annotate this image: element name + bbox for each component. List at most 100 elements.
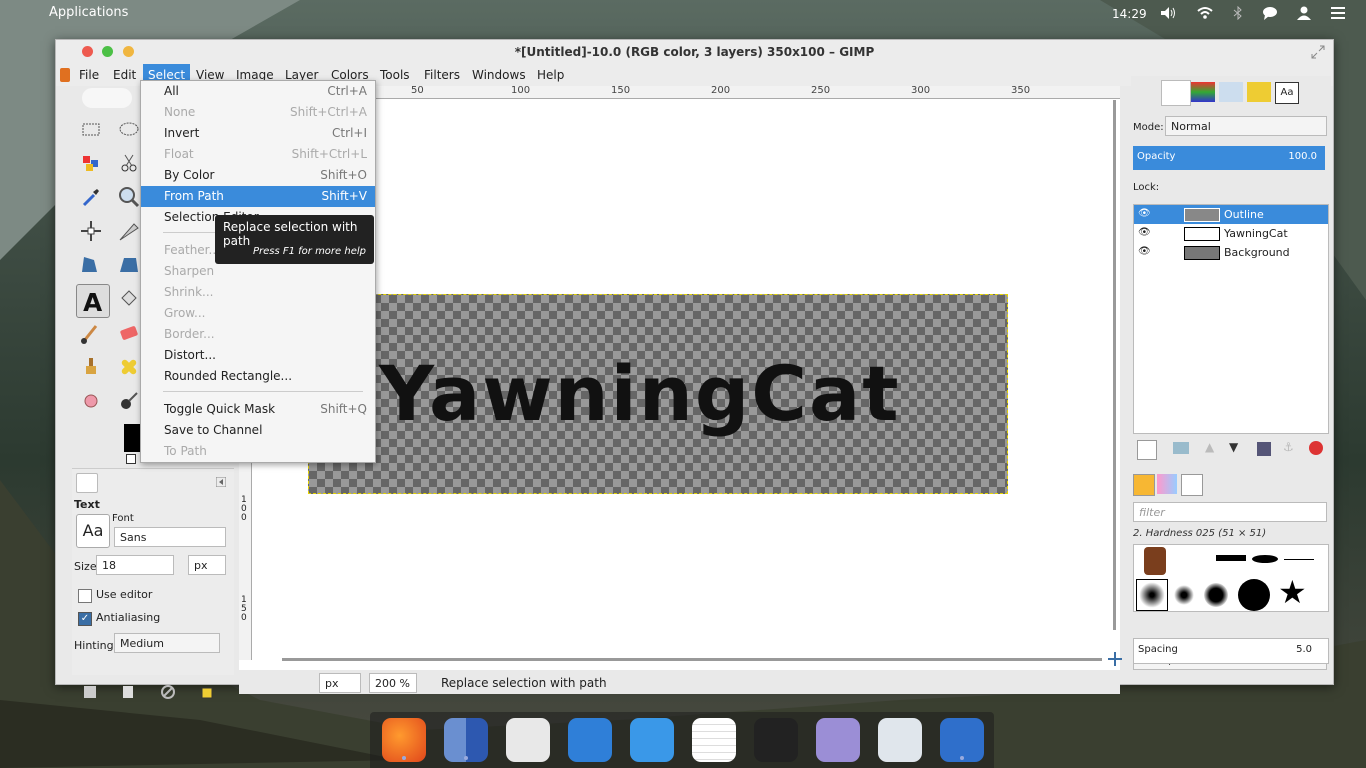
menu-windows[interactable]: Windows xyxy=(467,64,531,86)
brush-item[interactable] xyxy=(1144,547,1166,575)
image-canvas[interactable]: YawningCat xyxy=(308,294,1008,494)
brush-filter-input[interactable]: filter xyxy=(1133,502,1327,522)
menu-item-shrink[interactable]: Shrink... xyxy=(141,282,375,303)
hinting-select[interactable]: Medium xyxy=(114,633,220,653)
clock[interactable]: 14:29 xyxy=(1112,7,1147,21)
menu-filters[interactable]: Filters xyxy=(419,64,465,86)
brush-item[interactable] xyxy=(1204,583,1228,607)
dodge-burn-tool[interactable] xyxy=(116,388,142,414)
layer-row-outline[interactable]: 👁 Outline xyxy=(1134,205,1328,224)
layers-tab[interactable] xyxy=(1161,80,1191,106)
scissors-tool[interactable] xyxy=(116,150,142,176)
new-layer-group-button[interactable] xyxy=(1173,442,1189,454)
fonts-tab[interactable]: Aa xyxy=(1275,82,1299,104)
default-colors-icon[interactable] xyxy=(126,454,136,464)
tool-options-tab-icon[interactable] xyxy=(76,473,98,493)
rect-select-tool[interactable] xyxy=(78,116,104,142)
menu-item-by-color[interactable]: By Color Shift+O xyxy=(141,165,375,186)
network-icon[interactable] xyxy=(816,718,860,762)
firefox-icon[interactable] xyxy=(382,718,426,762)
download-icon[interactable] xyxy=(630,718,674,762)
messaging-icon[interactable] xyxy=(568,718,612,762)
brushes-tab[interactable] xyxy=(1133,474,1155,496)
menu-file[interactable]: File xyxy=(74,64,104,86)
clone-tool[interactable] xyxy=(78,354,104,380)
ellipse-select-tool[interactable] xyxy=(116,116,142,142)
wifi-icon[interactable] xyxy=(1197,6,1213,20)
save-options-icon[interactable] xyxy=(82,684,98,700)
layer-row-yawningcat[interactable]: 👁 YawningCat xyxy=(1134,224,1328,243)
bucket-fill-tool[interactable] xyxy=(116,286,142,312)
font-preview-button[interactable]: Aa xyxy=(76,514,110,548)
menu-item-save-to-channel[interactable]: Save to Channel xyxy=(141,420,375,441)
menu-item-from-path[interactable]: From Path Shift+V xyxy=(141,186,375,207)
brush-grid[interactable]: ★ xyxy=(1133,544,1329,612)
antialiasing-checkbox[interactable]: ✓ xyxy=(78,612,92,626)
applications-menu[interactable]: Applications xyxy=(49,5,128,20)
zoom-tool[interactable] xyxy=(116,184,142,210)
brush-item[interactable] xyxy=(1238,579,1270,611)
menu-item-float[interactable]: Float Shift+Ctrl+L xyxy=(141,144,375,165)
duplicate-layer-button[interactable] xyxy=(1257,442,1271,456)
anchor-layer-button[interactable]: ⚓ xyxy=(1283,440,1294,454)
patterns-tab[interactable] xyxy=(1157,474,1177,494)
smudge-tool[interactable] xyxy=(78,388,104,414)
delete-options-icon[interactable] xyxy=(160,684,176,700)
user-icon[interactable] xyxy=(1296,6,1312,20)
layer-row-background[interactable]: 👁 Background xyxy=(1134,243,1328,262)
eye-icon[interactable]: 👁 xyxy=(1138,246,1151,257)
mode-select[interactable]: Normal xyxy=(1165,116,1327,136)
menu-item-to-path[interactable]: To Path xyxy=(141,441,375,462)
text-tool[interactable]: A xyxy=(76,284,110,318)
navigate-icon[interactable] xyxy=(1108,652,1122,666)
unit-select[interactable]: px xyxy=(319,673,361,693)
shear-tool[interactable] xyxy=(116,252,142,278)
reset-options-icon[interactable] xyxy=(200,684,216,700)
brush-item[interactable] xyxy=(1174,585,1194,605)
brush-item[interactable] xyxy=(1284,559,1314,560)
menu-help[interactable]: Help xyxy=(532,64,569,86)
menu-item-rounded-rectangle[interactable]: Rounded Rectangle... xyxy=(141,366,375,387)
by-color-select-tool[interactable] xyxy=(78,150,104,176)
spacing-slider[interactable]: Spacing 5.0 xyxy=(1133,638,1329,664)
heal-tool[interactable] xyxy=(116,354,142,380)
bluetooth-icon[interactable] xyxy=(1230,6,1246,20)
notes-icon[interactable] xyxy=(692,718,736,762)
paintbrush-tool[interactable] xyxy=(78,320,104,346)
delete-layer-button[interactable] xyxy=(1309,441,1323,455)
terminal-icon[interactable] xyxy=(754,718,798,762)
size-unit-select[interactable]: px xyxy=(188,555,226,575)
volume-icon[interactable] xyxy=(1160,6,1176,20)
menu-item-sharpen[interactable]: Sharpen xyxy=(141,261,375,282)
finder-icon[interactable] xyxy=(444,718,488,762)
opacity-slider[interactable]: Opacity 100.0 xyxy=(1133,146,1325,170)
new-layer-button[interactable] xyxy=(1137,440,1157,460)
menu-item-distort[interactable]: Distort... xyxy=(141,345,375,366)
menu-item-none[interactable]: None Shift+Ctrl+A xyxy=(141,102,375,123)
messages-icon[interactable] xyxy=(1262,6,1278,20)
eye-icon[interactable]: 👁 xyxy=(1138,208,1151,219)
lower-layer-button[interactable]: ▼ xyxy=(1229,440,1238,454)
panel-menu-icon[interactable] xyxy=(216,477,226,487)
brush-item[interactable] xyxy=(1216,555,1246,561)
menu-item-grow[interactable]: Grow... xyxy=(141,303,375,324)
star-brush-icon[interactable]: ★ xyxy=(1278,573,1307,611)
move-tool[interactable] xyxy=(78,218,104,244)
color-picker-tool[interactable] xyxy=(78,184,104,210)
gimp-dock-icon[interactable] xyxy=(940,718,984,762)
undo-history-tab[interactable] xyxy=(1247,82,1271,102)
menu-item-all[interactable]: All Ctrl+A xyxy=(141,81,375,102)
restore-options-icon[interactable] xyxy=(120,684,136,700)
settings-toggle-icon[interactable] xyxy=(878,718,922,762)
perspective-tool[interactable] xyxy=(78,252,104,278)
horizontal-scrollbar[interactable] xyxy=(282,658,1102,661)
paths-tab[interactable] xyxy=(1219,82,1243,102)
font-field[interactable]: Sans xyxy=(114,527,226,547)
gradients-tab[interactable] xyxy=(1181,474,1203,496)
mail-icon[interactable] xyxy=(506,718,550,762)
menu-item-border[interactable]: Border... xyxy=(141,324,375,345)
vertical-scrollbar[interactable] xyxy=(1113,100,1116,630)
menu-tools[interactable]: Tools xyxy=(375,64,415,86)
menu-item-toggle-quick-mask[interactable]: Toggle Quick Mask Shift+Q xyxy=(141,399,375,420)
eraser-tool[interactable] xyxy=(116,320,142,346)
